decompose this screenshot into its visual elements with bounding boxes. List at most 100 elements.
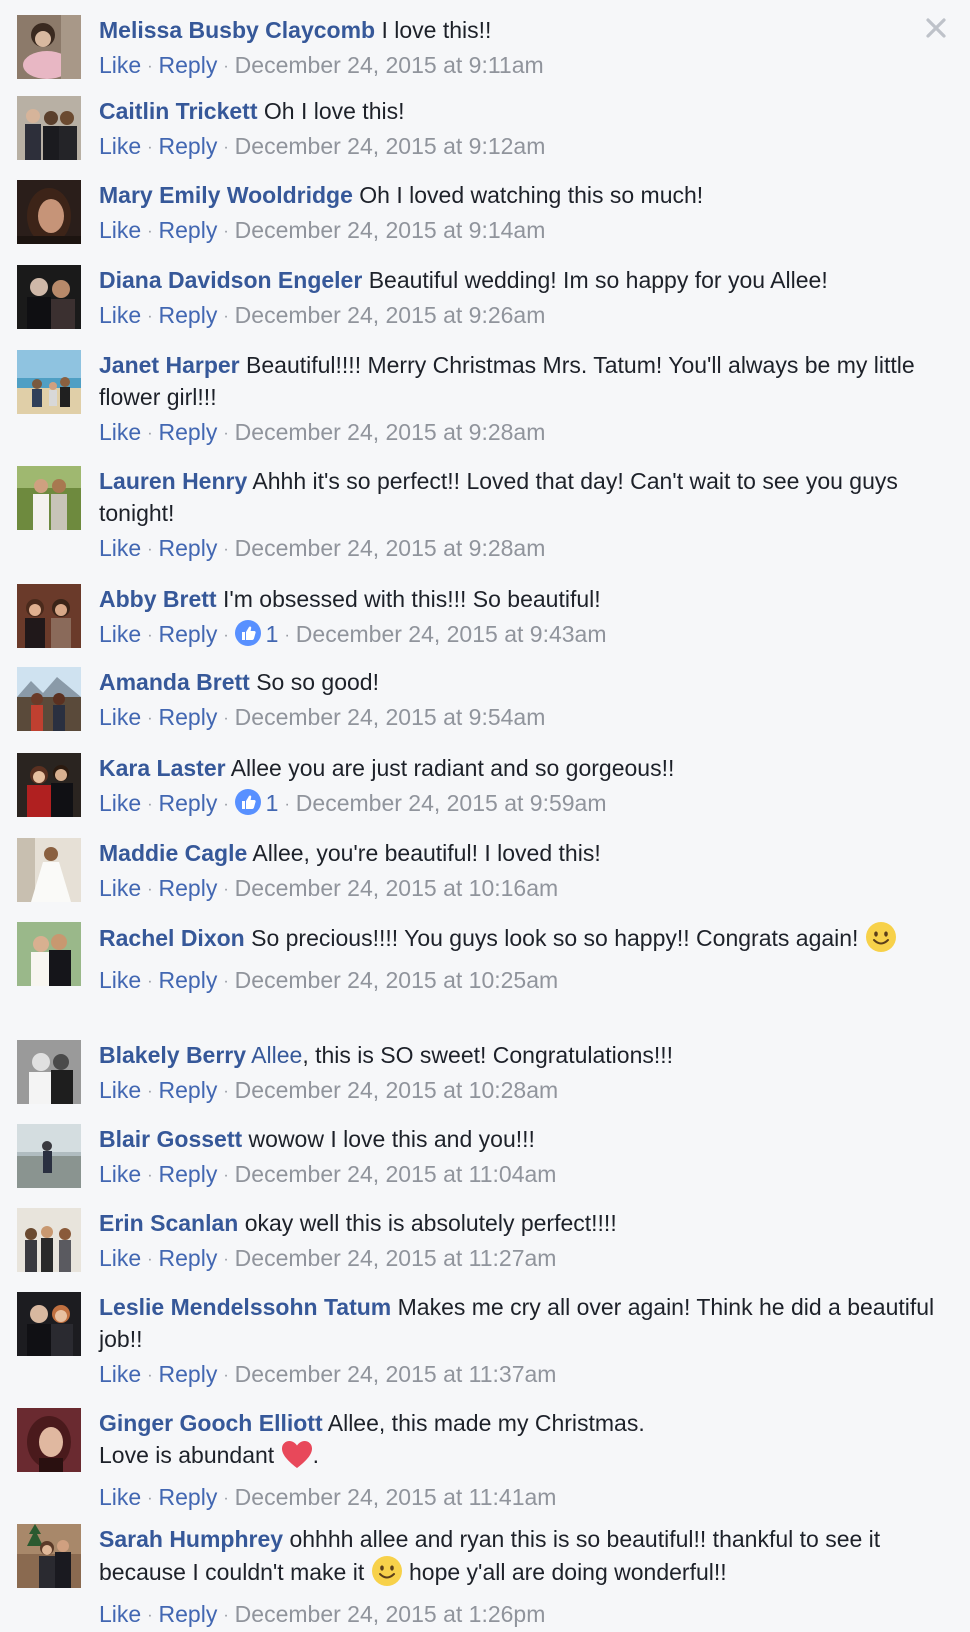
comment-author[interactable]: Melissa Busby Claycomb: [99, 17, 375, 43]
comment-timestamp[interactable]: December 24, 2015 at 9:54am: [235, 704, 546, 730]
avatar[interactable]: [17, 1040, 81, 1104]
comment-actions: Like · Reply · December 24, 2015 at 9:26am: [99, 299, 937, 333]
comment-author[interactable]: Lauren Henry: [99, 468, 247, 494]
avatar[interactable]: [17, 838, 81, 902]
separator: ·: [223, 425, 229, 442]
like-link[interactable]: Like: [99, 1077, 141, 1103]
reply-link[interactable]: Reply: [159, 52, 218, 78]
comment-author[interactable]: Rachel Dixon: [99, 925, 245, 951]
comment-author[interactable]: Ginger Gooch Elliott: [99, 1410, 323, 1436]
reply-link[interactable]: Reply: [159, 133, 218, 159]
like-link[interactable]: Like: [99, 1361, 141, 1387]
thumbs-up-icon[interactable]: [234, 789, 261, 823]
reply-link[interactable]: Reply: [159, 621, 218, 647]
avatar[interactable]: [17, 1124, 81, 1188]
like-link[interactable]: Like: [99, 419, 141, 445]
comment-author[interactable]: Leslie Mendelssohn Tatum: [99, 1294, 391, 1320]
avatar[interactable]: [17, 466, 81, 530]
comment-author[interactable]: Caitlin Trickett: [99, 98, 257, 124]
reply-link[interactable]: Reply: [159, 790, 218, 816]
like-link[interactable]: Like: [99, 704, 141, 730]
reply-link[interactable]: Reply: [159, 419, 218, 445]
reaction-count[interactable]: 1: [266, 621, 279, 647]
comment-text: Amanda Brett So so good!: [99, 666, 937, 698]
avatar[interactable]: [17, 265, 81, 329]
comment-author[interactable]: Blakely Berry: [99, 1042, 246, 1068]
avatar[interactable]: [17, 667, 81, 731]
avatar[interactable]: [17, 584, 81, 648]
avatar[interactable]: [17, 1208, 81, 1272]
comment-author[interactable]: Janet Harper: [99, 352, 240, 378]
reply-link[interactable]: Reply: [159, 1245, 218, 1271]
comment-timestamp[interactable]: December 24, 2015 at 9:43am: [296, 621, 607, 647]
comment-timestamp[interactable]: December 24, 2015 at 9:28am: [235, 535, 546, 561]
avatar[interactable]: [17, 350, 81, 414]
thumbs-up-icon[interactable]: [234, 620, 261, 654]
avatar[interactable]: [17, 753, 81, 817]
comment-timestamp[interactable]: December 24, 2015 at 9:28am: [235, 419, 546, 445]
avatar[interactable]: [17, 1292, 81, 1356]
comment-author[interactable]: Diana Davidson Engeler: [99, 267, 362, 293]
like-link[interactable]: Like: [99, 1484, 141, 1510]
separator: ·: [223, 308, 229, 325]
reply-link[interactable]: Reply: [159, 704, 218, 730]
separator: ·: [223, 973, 229, 990]
comment-author[interactable]: Maddie Cagle: [99, 840, 247, 866]
reply-link[interactable]: Reply: [159, 302, 218, 328]
like-link[interactable]: Like: [99, 875, 141, 901]
comment-timestamp[interactable]: December 24, 2015 at 1:26pm: [235, 1601, 546, 1627]
comment-author[interactable]: Amanda Brett: [99, 669, 250, 695]
reply-link[interactable]: Reply: [159, 1161, 218, 1187]
like-link[interactable]: Like: [99, 1601, 141, 1627]
reply-link[interactable]: Reply: [159, 1361, 218, 1387]
avatar[interactable]: [17, 96, 81, 160]
mention-link[interactable]: Allee: [251, 1042, 302, 1068]
avatar[interactable]: [17, 1408, 81, 1472]
comment-timestamp[interactable]: December 24, 2015 at 11:04am: [235, 1161, 557, 1187]
comment-timestamp[interactable]: December 24, 2015 at 11:37am: [235, 1361, 557, 1387]
like-link[interactable]: Like: [99, 302, 141, 328]
like-link[interactable]: Like: [99, 967, 141, 993]
reply-link[interactable]: Reply: [159, 535, 218, 561]
avatar[interactable]: [17, 1524, 81, 1588]
reaction-count[interactable]: 1: [266, 790, 279, 816]
comment-author[interactable]: Blair Gossett: [99, 1126, 242, 1152]
comment-timestamp[interactable]: December 24, 2015 at 10:16am: [235, 875, 558, 901]
like-link[interactable]: Like: [99, 1161, 141, 1187]
comment-timestamp[interactable]: December 24, 2015 at 10:28am: [235, 1077, 558, 1103]
comment-author[interactable]: Sarah Humphrey: [99, 1526, 283, 1552]
like-link[interactable]: Like: [99, 133, 141, 159]
reply-link[interactable]: Reply: [159, 875, 218, 901]
comment-author[interactable]: Erin Scanlan: [99, 1210, 238, 1236]
like-link[interactable]: Like: [99, 1245, 141, 1271]
avatar[interactable]: [17, 180, 81, 244]
comment-text: Erin Scanlan okay well this is absolutel…: [99, 1207, 937, 1239]
comment-actions: Like · Reply · 1 · December 24, 2015 at 9:43am: [99, 618, 937, 654]
comment-timestamp[interactable]: December 24, 2015 at 11:27am: [235, 1245, 557, 1271]
like-link[interactable]: Like: [99, 52, 141, 78]
comment-timestamp[interactable]: December 24, 2015 at 9:11am: [235, 52, 544, 78]
comment-timestamp[interactable]: December 24, 2015 at 10:25am: [235, 967, 558, 993]
avatar[interactable]: [17, 922, 81, 986]
comment-timestamp[interactable]: December 24, 2015 at 9:12am: [235, 133, 546, 159]
comment-timestamp[interactable]: December 24, 2015 at 11:41am: [235, 1484, 557, 1510]
like-link[interactable]: Like: [99, 790, 141, 816]
like-link[interactable]: Like: [99, 217, 141, 243]
comment-message: I love this!!: [381, 17, 492, 43]
reply-link[interactable]: Reply: [159, 1601, 218, 1627]
reply-link[interactable]: Reply: [159, 967, 218, 993]
like-link[interactable]: Like: [99, 535, 141, 561]
avatar[interactable]: [17, 15, 81, 79]
reply-link[interactable]: Reply: [159, 1484, 218, 1510]
comment-author[interactable]: Mary Emily Wooldridge: [99, 182, 353, 208]
comment-author[interactable]: Kara Laster: [99, 755, 226, 781]
comment-timestamp[interactable]: December 24, 2015 at 9:59am: [296, 790, 607, 816]
reply-link[interactable]: Reply: [159, 1077, 218, 1103]
comment-timestamp[interactable]: December 24, 2015 at 9:14am: [235, 217, 546, 243]
separator: ·: [147, 796, 153, 813]
like-link[interactable]: Like: [99, 621, 141, 647]
separator: ·: [147, 1490, 153, 1507]
reply-link[interactable]: Reply: [159, 217, 218, 243]
comment-author[interactable]: Abby Brett: [99, 586, 217, 612]
comment-timestamp[interactable]: December 24, 2015 at 9:26am: [235, 302, 546, 328]
